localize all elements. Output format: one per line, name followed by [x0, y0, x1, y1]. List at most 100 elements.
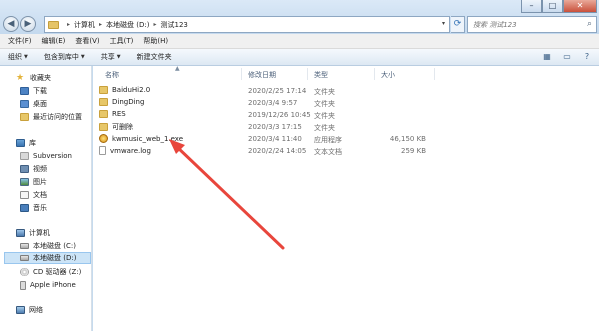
file-row[interactable]: kwmusic_web_1.exe 2020/3/4 11:40 应用程序 46…: [99, 134, 439, 145]
command-bar: 组织 ▼ 包含到库中 ▼ 共享 ▼ 新建文件夹 ▦ ▭ ?: [0, 49, 599, 66]
sidebar-item-local-disk-d[interactable]: 本地磁盘 (D:): [4, 252, 91, 264]
file-row[interactable]: RES 2019/12/26 10:45 文件夹: [99, 110, 439, 121]
sidebar-item-computer[interactable]: 计算机: [16, 227, 50, 239]
sidebar-item-videos[interactable]: 视频: [20, 163, 47, 175]
recent-places-icon: [20, 113, 29, 121]
folder-icon: [99, 86, 108, 94]
file-date: 2019/12/26 10:45: [248, 111, 311, 119]
file-name-text: DingDing: [112, 98, 145, 106]
sidebar-item-local-disk-c[interactable]: 本地磁盘 (C:): [20, 240, 76, 252]
menu-edit[interactable]: 编辑(E): [42, 36, 66, 46]
breadcrumb-computer[interactable]: 计算机: [74, 20, 95, 30]
file-type: 文件夹: [314, 88, 335, 96]
sidebar-item-label: 计算机: [29, 229, 50, 237]
file-name: RES: [99, 110, 126, 118]
preview-pane-icon[interactable]: ▭: [561, 52, 573, 62]
search-input[interactable]: [468, 17, 578, 32]
maximize-button[interactable]: □: [542, 0, 563, 13]
text-file-icon: [99, 146, 106, 155]
sidebar-item-label: Apple iPhone: [30, 281, 76, 289]
breadcrumb-test123[interactable]: 测试123: [160, 20, 187, 30]
file-row[interactable]: vmware.log 2020/2/24 14:05 文本文档 259 KB: [99, 146, 439, 157]
file-date: 2020/3/4 9:57: [248, 99, 298, 107]
minimize-button[interactable]: –: [521, 0, 542, 13]
search-icon[interactable]: ⌕: [587, 19, 592, 29]
new-folder-button[interactable]: 新建文件夹: [137, 52, 172, 62]
organize-button[interactable]: 组织 ▼: [8, 52, 28, 62]
column-divider[interactable]: [307, 68, 308, 80]
column-divider[interactable]: [241, 68, 242, 80]
file-name: BaiduHi2.0: [99, 86, 150, 94]
sidebar-item-network[interactable]: 网络: [16, 304, 43, 316]
sidebar-item-cd-drive-z[interactable]: CD 驱动器 (Z:): [20, 266, 81, 278]
drive-icon: [20, 243, 29, 249]
refresh-button[interactable]: ⟳: [451, 16, 465, 33]
network-icon: [16, 306, 25, 314]
sidebar-item-label: 桌面: [33, 100, 47, 108]
column-header-type[interactable]: 类型: [314, 70, 328, 80]
column-header-date[interactable]: 修改日期: [248, 70, 276, 80]
sidebar-item-music[interactable]: 音乐: [20, 202, 47, 214]
computer-icon: [16, 229, 25, 237]
file-row[interactable]: DingDing 2020/3/4 9:57 文件夹: [99, 98, 439, 109]
back-button[interactable]: ◀: [3, 16, 19, 32]
sidebar-item-label: 图片: [33, 178, 47, 186]
search-box[interactable]: ⌕: [467, 16, 597, 33]
file-name: 可删除: [99, 122, 133, 132]
sidebar-item-label: 音乐: [33, 204, 47, 212]
documents-icon: [20, 191, 29, 199]
organize-label: 组织: [8, 53, 22, 61]
sidebar-item-subversion[interactable]: Subversion: [20, 150, 72, 162]
column-header-name[interactable]: 名称: [105, 70, 119, 80]
view-options-icon[interactable]: ▦: [541, 52, 553, 62]
music-icon: [20, 204, 29, 212]
sidebar-item-label: 网络: [29, 306, 43, 314]
video-icon: [20, 165, 29, 173]
sidebar-item-favorites[interactable]: ★ 收藏夹: [16, 72, 51, 84]
file-row[interactable]: BaiduHi2.0 2020/2/25 17:14 文件夹: [99, 86, 439, 97]
menu-file[interactable]: 文件(F): [8, 36, 32, 46]
sort-ascending-icon: ▲: [175, 65, 180, 72]
desktop-icon: [20, 100, 29, 108]
sidebar-item-label: 最近访问的位置: [33, 113, 82, 121]
sidebar-item-label: 库: [29, 139, 36, 147]
kwmusic-app-icon: [99, 134, 108, 143]
sidebar-item-label: 下载: [33, 87, 47, 95]
file-row[interactable]: 可删除 2020/3/3 17:15 文件夹: [99, 122, 439, 133]
share-button[interactable]: 共享 ▼: [101, 52, 121, 62]
file-name-text: kwmusic_web_1.exe: [112, 134, 184, 143]
menu-bar: 文件(F) 编辑(E) 查看(V) 工具(T) 帮助(H): [0, 34, 599, 49]
sidebar-item-apple-iphone[interactable]: Apple iPhone: [20, 279, 76, 291]
chevron-down-icon[interactable]: ▾: [442, 20, 445, 27]
help-icon[interactable]: ?: [581, 52, 593, 62]
subversion-icon: [20, 152, 29, 160]
menu-tools[interactable]: 工具(T): [110, 36, 134, 46]
chevron-right-icon[interactable]: ▸: [99, 21, 102, 28]
sidebar-item-downloads[interactable]: 下载: [20, 85, 47, 97]
menu-view[interactable]: 查看(V): [75, 36, 99, 46]
menu-help[interactable]: 帮助(H): [143, 36, 168, 46]
chevron-right-icon[interactable]: ▸: [153, 21, 156, 28]
dropdown-arrow-icon: ▼: [24, 54, 28, 60]
sidebar-item-label: Subversion: [33, 152, 72, 160]
column-divider[interactable]: [434, 68, 435, 80]
share-label: 共享: [100, 53, 115, 61]
dropdown-arrow-icon: ▼: [116, 54, 121, 60]
include-in-library-button[interactable]: 包含到库中 ▼: [44, 52, 85, 62]
address-bar[interactable]: ▸ 计算机 ▸ 本地磁盘 (D:) ▸ 测试123 ▾: [44, 16, 450, 33]
sidebar-item-recent-places[interactable]: 最近访问的位置: [20, 111, 82, 123]
column-divider[interactable]: [374, 68, 375, 80]
forward-button[interactable]: ▶: [20, 16, 36, 32]
sidebar-item-pictures[interactable]: 图片: [20, 176, 47, 188]
column-header-size[interactable]: 大小: [381, 70, 395, 80]
sidebar-item-desktop[interactable]: 桌面: [20, 98, 47, 110]
back-arrow-icon: ◀: [7, 19, 15, 29]
file-type: 应用程序: [314, 136, 342, 144]
folder-icon: [99, 110, 108, 118]
sidebar-item-documents[interactable]: 文档: [20, 189, 47, 201]
refresh-icon: ⟳: [453, 19, 462, 29]
sidebar-item-libraries[interactable]: 库: [16, 137, 36, 149]
file-type: 文件夹: [314, 112, 335, 120]
breadcrumb-local-disk-d[interactable]: 本地磁盘 (D:): [106, 20, 149, 30]
close-button[interactable]: ✕: [563, 0, 597, 13]
